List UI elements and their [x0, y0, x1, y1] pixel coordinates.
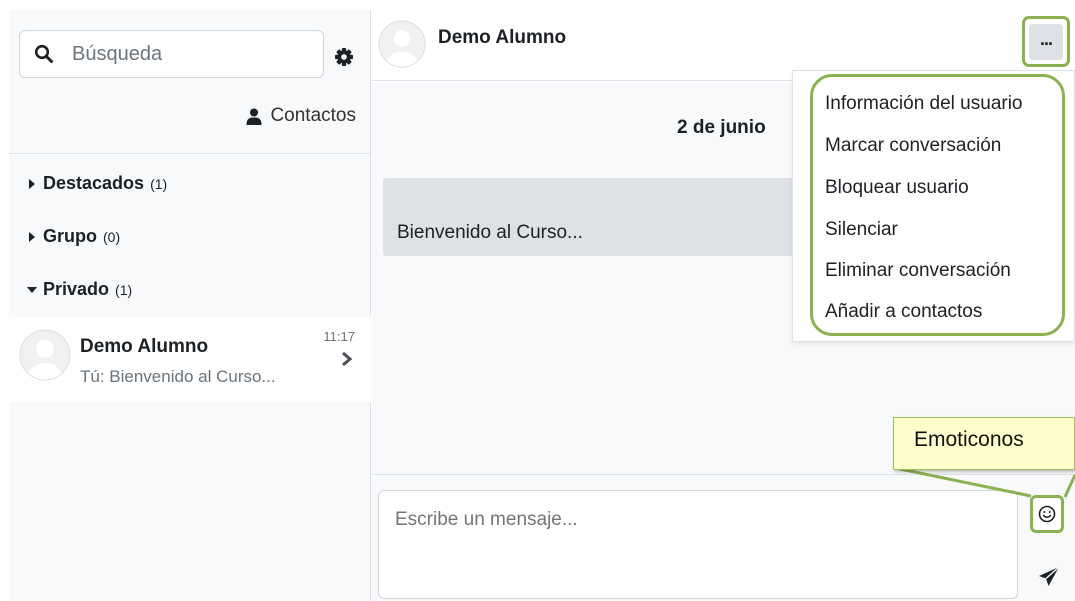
conversation-time: 11:17: [323, 329, 355, 344]
section-destacados[interactable]: Destacados (1): [27, 173, 167, 194]
caret-right-icon: [29, 178, 35, 189]
section-privado[interactable]: Privado (1): [27, 279, 132, 300]
menu-highlight-frame: [810, 74, 1065, 336]
section-label: Destacados: [43, 173, 145, 193]
emoji-button[interactable]: [1030, 495, 1064, 533]
conversations-panel: Contactos Destacados (1) Grupo (0) Priva…: [9, 10, 371, 601]
user-icon: [246, 108, 262, 125]
section-count: (0): [103, 228, 121, 245]
avatar: [378, 20, 426, 68]
conversation-preview: Tú: Bienvenido al Curso...: [80, 367, 276, 386]
conversation-title: Demo Alumno: [438, 27, 567, 48]
gear-icon[interactable]: [333, 46, 355, 68]
more-options-button[interactable]: ...: [1022, 16, 1070, 67]
divider: [9, 153, 371, 154]
message-bubble[interactable]: Bienvenido al Curso...: [383, 178, 803, 256]
contacts-link[interactable]: Contactos: [246, 105, 356, 127]
caret-down-icon: [27, 286, 37, 293]
section-count: (1): [115, 281, 133, 298]
message-text: Bienvenido al Curso...: [397, 222, 583, 243]
tooltip-text: Emoticonos: [914, 428, 1024, 451]
date-separator: 2 de junio: [677, 117, 766, 138]
caret-right-icon: [29, 231, 35, 242]
smiley-icon: [1038, 505, 1056, 523]
send-icon[interactable]: [1038, 566, 1060, 588]
section-label: Privado: [43, 279, 110, 299]
search-icon: [34, 44, 53, 63]
emoji-tooltip: Emoticonos: [893, 417, 1075, 470]
conversation-name: Demo Alumno: [80, 336, 209, 357]
contacts-label: Contactos: [270, 105, 356, 126]
search-box[interactable]: [19, 30, 324, 78]
section-count: (1): [150, 175, 168, 192]
section-grupo[interactable]: Grupo (0): [27, 226, 120, 247]
section-label: Grupo: [43, 226, 97, 246]
message-input[interactable]: [378, 490, 1018, 599]
conversation-item[interactable]: Demo Alumno Tú: Bienvenido al Curso... 1…: [9, 317, 371, 402]
search-input[interactable]: [72, 42, 292, 66]
more-label: ...: [1029, 23, 1063, 60]
chevron-right-icon: [342, 351, 353, 367]
avatar: [19, 329, 71, 381]
